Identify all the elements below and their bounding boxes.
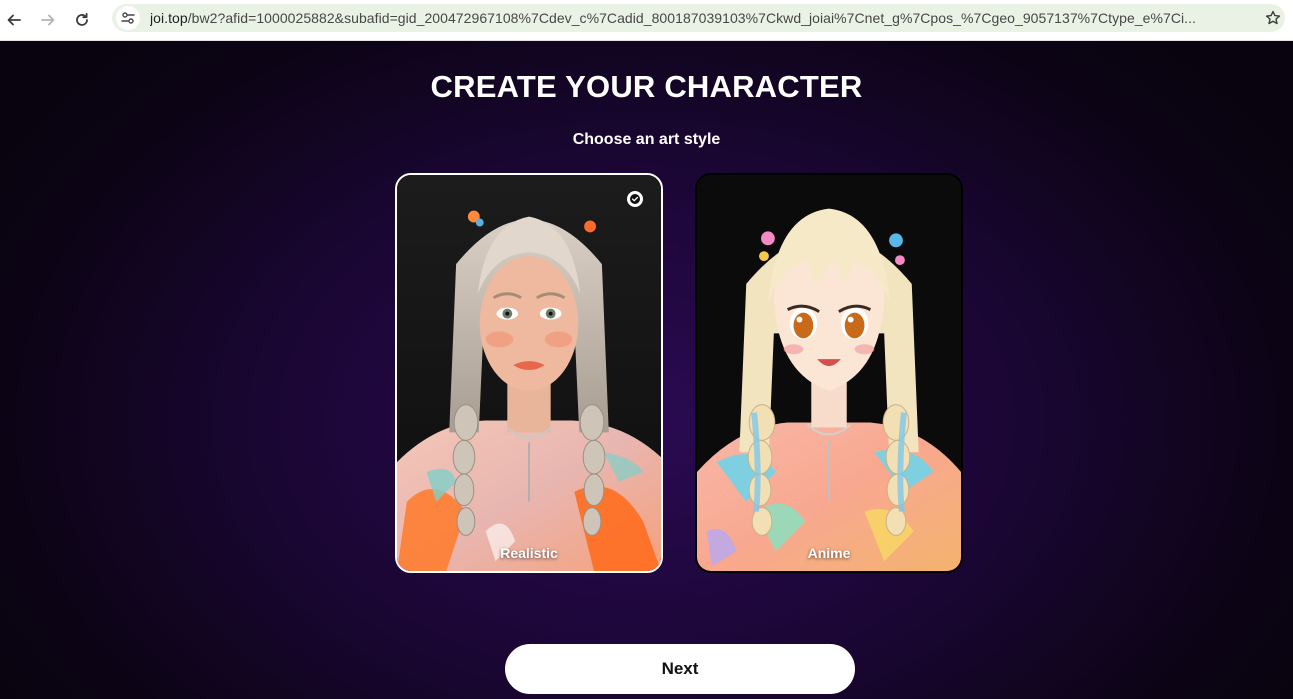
site-info-icon[interactable]: [116, 6, 140, 30]
url-path: /bw2?afid=1000025882&subafid=gid_2004729…: [187, 10, 1196, 26]
back-arrow-icon[interactable]: [3, 9, 25, 31]
url-text[interactable]: joi.top/bw2?afid=1000025882&subafid=gid_…: [150, 10, 1250, 26]
style-card-anime[interactable]: Anime: [695, 173, 963, 573]
anime-portrait-image: [697, 175, 961, 571]
style-label-realistic: Realistic: [500, 545, 558, 561]
bookmark-star-icon[interactable]: [1263, 8, 1283, 28]
reload-icon[interactable]: [71, 9, 93, 31]
realistic-portrait-image: [397, 175, 661, 571]
page-background: CREATE YOUR CHARACTER Choose an art styl…: [0, 41, 1293, 699]
style-label-anime: Anime: [807, 545, 851, 561]
browser-toolbar: joi.top/bw2?afid=1000025882&subafid=gid_…: [0, 0, 1293, 41]
page-subtitle: Choose an art style: [572, 131, 721, 148]
next-button[interactable]: Next: [505, 644, 855, 694]
forward-arrow-icon[interactable]: [37, 9, 59, 31]
address-bar[interactable]: joi.top/bw2?afid=1000025882&subafid=gid_…: [112, 4, 1285, 32]
page-title: CREATE YOUR CHARACTER: [430, 69, 863, 104]
url-host: joi.top: [150, 10, 188, 26]
style-card-realistic[interactable]: Realistic: [395, 173, 663, 573]
selected-check-icon: [627, 191, 643, 207]
